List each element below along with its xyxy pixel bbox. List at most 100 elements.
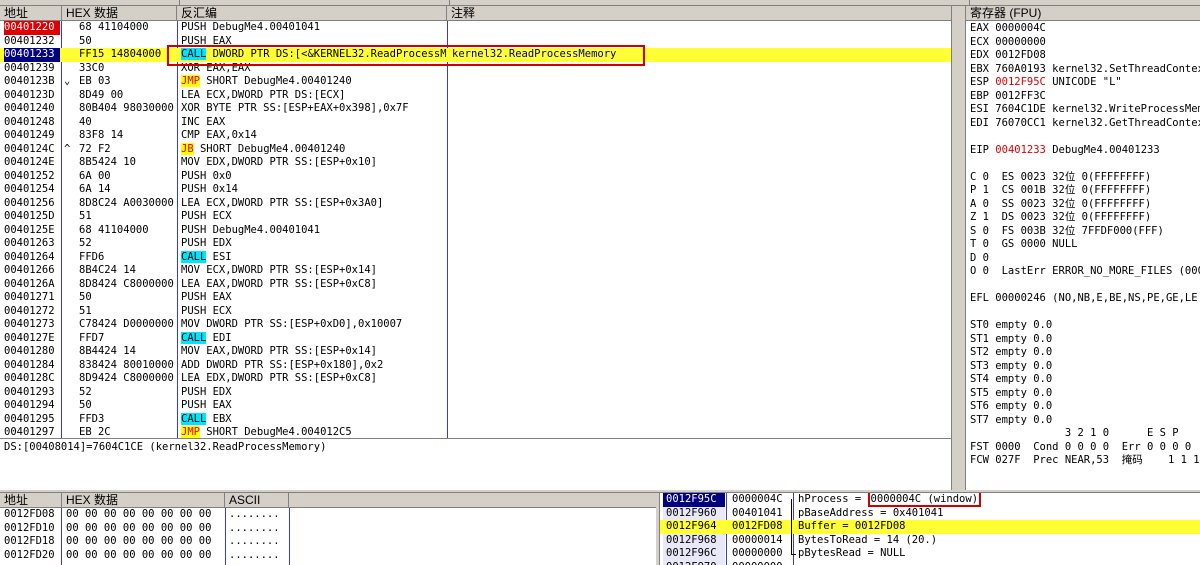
disasm-row[interactable]: 00401249 83F8 14 CMP EAX,0x14 [0, 129, 951, 143]
disasm-row[interactable]: 00401271 50 PUSH EAX [0, 291, 951, 305]
disasm-comment [452, 332, 947, 346]
register-line[interactable]: O 0 LastErr ERROR_NO_MORE_FILES (0000 [970, 265, 1200, 279]
register-line[interactable]: D 0 [970, 252, 1200, 266]
jump-arrow [64, 278, 74, 292]
disasm-hex: 50 [79, 291, 92, 303]
disasm-row[interactable]: 0040124C ^ 72 F2 JB SHORT DebugMe4.00401240 [0, 142, 951, 157]
stack-row[interactable]: 0012F964 0012FD08 Buffer = 0012FD08 [660, 520, 1200, 534]
register-line[interactable]: 3 2 1 0 E S P [970, 427, 1200, 441]
disasm-row[interactable]: 00401264 FFD6 CALL ESI [0, 250, 951, 265]
dump-row[interactable]: 0012FD20 00 00 00 00 00 00 00 00........ [0, 549, 656, 563]
column-header-address[interactable]: 地址 [0, 6, 62, 21]
register-line[interactable]: EDI 76070CC1 kernel32.GetThreadContext [970, 117, 1200, 131]
dump-column-address[interactable]: 地址 [0, 493, 62, 508]
dump-hex: 00 00 00 00 00 00 00 00 [66, 548, 212, 561]
register-line[interactable]: EBX 760A0193 kernel32.SetThreadContext [970, 63, 1200, 77]
register-line[interactable] [970, 279, 1200, 293]
disasm-comment [452, 426, 947, 438]
register-line[interactable]: ST3 empty 0.0 [970, 360, 1200, 374]
disasm-row[interactable]: 0040124E 8B5424 10 MOV EDX,DWORD PTR SS:[E… [0, 156, 951, 170]
pane-splitter-vertical[interactable] [951, 6, 966, 490]
register-line[interactable]: FCW 027F Prec NEAR,53 掩码 1 1 1 [970, 454, 1200, 468]
disasm-hex: FFD3 [79, 412, 105, 425]
disasm-row[interactable]: 00401284 838424 80010000 ADD DWORD PTR SS:… [0, 359, 951, 373]
register-line[interactable]: ST4 empty 0.0 [970, 373, 1200, 387]
disasm-row[interactable]: 00401294 50 PUSH EAX [0, 399, 951, 413]
register-line[interactable]: EFL 00000246 (NO,NB,E,BE,NS,PE,GE,LE [970, 292, 1200, 306]
disasm-row[interactable]: 00401297 EB 2C JMP SHORT DebugMe4.004012C5 [0, 426, 951, 438]
register-line[interactable]: ST6 empty 0.0 [970, 400, 1200, 414]
stack-row[interactable]: 0012F96C 00000000 pBytesRead = NULL [660, 547, 1200, 561]
register-line[interactable]: S 0 FS 003B 32位 7FFDF000(FFF) [970, 225, 1200, 239]
disasm-row[interactable]: 0040123B ⌄ EB 03 JMP SHORT DebugMe4.0040124… [0, 75, 951, 89]
disasm-row[interactable]: 00401280 8B4424 14 MOV EAX,DWORD PTR SS:[E… [0, 345, 951, 359]
registers-title[interactable]: 寄存器 (FPU) [966, 6, 1200, 21]
disasm-row[interactable]: 00401256 8D8C24 A0030000 LEA ECX,DWORD PTR… [0, 197, 951, 211]
register-line[interactable]: Z 1 DS 0023 32位 0(FFFFFFFF) [970, 211, 1200, 225]
dump-row[interactable]: 0012FD10 00 00 00 00 00 00 00 00........ [0, 522, 656, 536]
disassembly-pane[interactable]: 地址 HEX 数据 反汇编 注释 00401220 68 41104000 PUSH… [0, 6, 951, 438]
dump-row[interactable]: 0012FD08 00 00 00 00 00 00 00 00........ [0, 508, 656, 522]
disasm-row[interactable]: 00401272 51 PUSH ECX [0, 305, 951, 319]
disasm-row[interactable]: 00401252 6A 00 PUSH 0x0 [0, 170, 951, 184]
disasm-row[interactable]: 0040128C 8D9424 C8000000 LEA EDX,DWORD PTR… [0, 372, 951, 386]
disasm-comment [452, 143, 947, 157]
register-line[interactable]: ST0 empty 0.0 [970, 319, 1200, 333]
jump-arrow [64, 89, 74, 103]
disasm-row[interactable]: 0040127E FFD7 CALL EDI [0, 331, 951, 346]
disasm-instruction: JMP SHORT DebugMe4.00401240 [181, 75, 352, 87]
disasm-instruction: INC EAX [181, 115, 226, 128]
disasm-row[interactable]: 00401266 8B4C24 14 MOV ECX,DWORD PTR SS:[E… [0, 264, 951, 278]
disasm-row[interactable]: 00401220 68 41104000 PUSH DebugMe4.0040104… [0, 21, 951, 35]
register-line[interactable]: FST 0000 Cond 0 0 0 0 Err 0 0 0 0 [970, 441, 1200, 455]
disasm-row[interactable]: 0040126A 8D8424 C8000000 LEA EAX,DWORD PTR… [0, 278, 951, 292]
disasm-row[interactable]: 00401240 80B404 98030000 XOR BYTE PTR SS:[… [0, 102, 951, 116]
register-line[interactable]: EBP 0012FF3C [970, 90, 1200, 104]
register-line[interactable] [970, 130, 1200, 144]
register-line[interactable]: EIP 00401233 DebugMe4.00401233 [970, 144, 1200, 158]
column-header-disassembly[interactable]: 反汇编 [177, 6, 447, 21]
stack-row[interactable]: 0012F95C 0000004C hProcess = 0000004C (win… [660, 493, 1200, 507]
disasm-row[interactable]: 00401254 6A 14 PUSH 0x14 [0, 183, 951, 197]
dump-pane[interactable]: 地址 HEX 数据 ASCII 0012FD08 00 00 00 00 00 0… [0, 493, 656, 565]
register-line[interactable] [970, 157, 1200, 171]
register-line[interactable]: T 0 GS 0000 NULL [970, 238, 1200, 252]
register-line[interactable]: EAX 0000004C [970, 22, 1200, 36]
register-line[interactable]: ESI 7604C1DE kernel32.WriteProcessMemory [970, 103, 1200, 117]
jump-arrow [64, 62, 74, 76]
stack-row[interactable]: 0012F968 00000014 BytesToRead = 14 (20.) [660, 533, 1200, 547]
register-line[interactable]: C 0 ES 0023 32位 0(FFFFFFFF) [970, 171, 1200, 185]
column-header-comment[interactable]: 注释 [447, 6, 951, 21]
dump-row[interactable]: 0012FD18 00 00 00 00 00 00 00 00........ [0, 535, 656, 549]
disasm-row[interactable]: 00401273 C78424 D0000000 MOV DWORD PTR SS:… [0, 318, 951, 332]
stack-pane[interactable]: 0012F95C 0000004C hProcess = 0000004C (win… [660, 493, 1200, 565]
dump-ascii: ........ [229, 521, 280, 534]
register-line[interactable]: EDX 0012FD08 [970, 49, 1200, 63]
disasm-row[interactable]: 0040123D 8D49 00 LEA ECX,DWORD PTR DS:[ECX… [0, 89, 951, 103]
disasm-hex: FF15 14804000 [79, 48, 162, 60]
stack-row[interactable]: 0012F960 00401041 pBaseAddress = 0x401041 [660, 506, 1200, 520]
disasm-row[interactable]: 00401293 52 PUSH EDX [0, 386, 951, 400]
register-line[interactable]: ST5 empty 0.0 [970, 387, 1200, 401]
column-header-hex[interactable]: HEX 数据 [62, 6, 177, 21]
disasm-row[interactable]: 00401263 52 PUSH EDX [0, 237, 951, 251]
registers-pane[interactable]: 寄存器 (FPU) EAX 0000004C ECX 00000000 EDX 00… [966, 6, 1200, 490]
register-line[interactable]: ST2 empty 0.0 [970, 346, 1200, 360]
dump-column-ascii[interactable]: ASCII [225, 493, 289, 508]
dump-column-hex[interactable]: HEX 数据 [62, 493, 225, 508]
stack-row[interactable]: 0012F970 00000000 [660, 560, 1200, 565]
disasm-row[interactable]: 0040125D 51 PUSH ECX [0, 210, 951, 224]
register-line[interactable]: ECX 00000000 [970, 36, 1200, 50]
disasm-hex: 72 F2 [79, 142, 111, 155]
disasm-row[interactable]: 00401248 40 INC EAX [0, 116, 951, 130]
register-line[interactable]: P 1 CS 001B 32位 0(FFFFFFFF) [970, 184, 1200, 198]
disasm-row[interactable]: 00401295 FFD3 CALL EBX [0, 412, 951, 427]
info-pane: DS:[00408014]=7604C1CE (kernel32.ReadPro… [0, 438, 951, 490]
stack-address: 0012F970 [663, 560, 725, 565]
register-line[interactable] [970, 306, 1200, 320]
register-line[interactable]: A 0 SS 0023 32位 0(FFFFFFFF) [970, 198, 1200, 212]
register-line[interactable]: ST7 empty 0.0 [970, 414, 1200, 428]
register-line[interactable]: ESP 0012F95C UNICODE "L" [970, 76, 1200, 90]
register-line[interactable]: ST1 empty 0.0 [970, 333, 1200, 347]
disasm-row[interactable]: 0040125E 68 41104000 PUSH DebugMe4.0040104… [0, 224, 951, 238]
